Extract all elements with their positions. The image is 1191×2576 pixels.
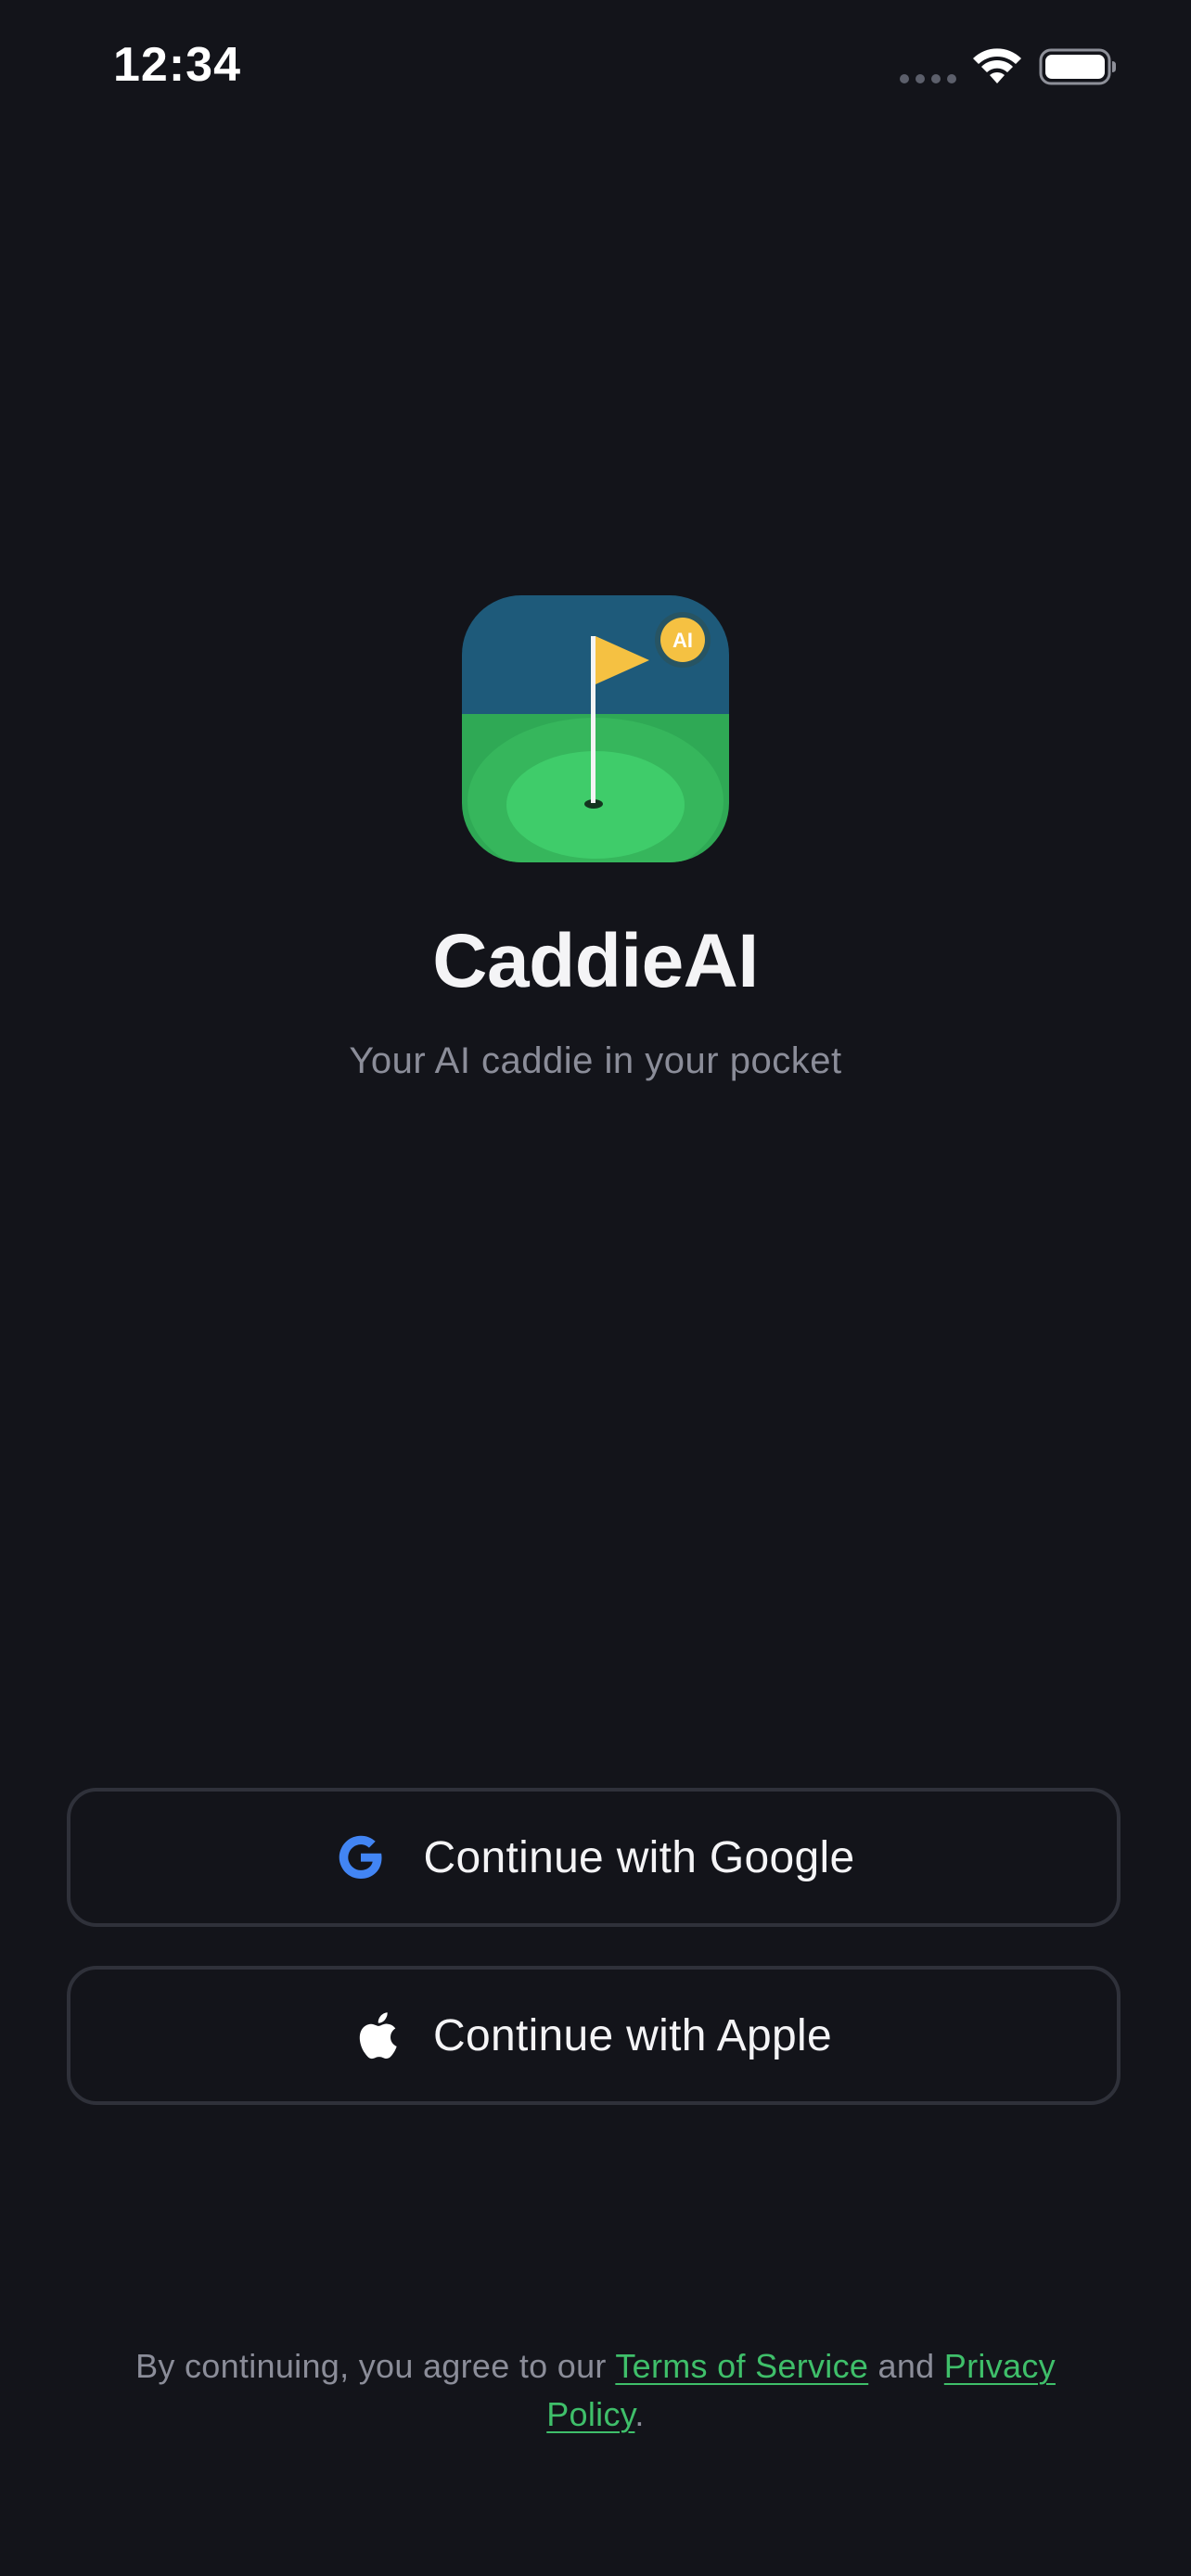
google-icon xyxy=(333,1830,389,1885)
ai-badge: AI xyxy=(672,629,693,652)
wifi-icon xyxy=(973,48,1021,83)
app-title: CaddieAI xyxy=(432,919,759,1003)
google-button-label: Continue with Google xyxy=(423,1832,855,1882)
legal-conjunction: and xyxy=(868,2347,944,2385)
app-logo-icon: AI xyxy=(462,595,729,862)
continue-with-apple-button[interactable]: Continue with Apple xyxy=(67,1966,1121,2105)
app-tagline: Your AI caddie in your pocket xyxy=(349,1040,842,1081)
status-time: 12:34 xyxy=(113,38,241,92)
legal-suffix: . xyxy=(634,2395,645,2433)
cellular-signal-icon xyxy=(900,74,956,83)
status-bar: 12:34 xyxy=(0,0,1191,139)
apple-icon xyxy=(355,2010,398,2060)
battery-icon xyxy=(1039,48,1116,85)
apple-button-label: Continue with Apple xyxy=(433,2010,832,2060)
legal-prefix: By continuing, you agree to our xyxy=(135,2347,616,2385)
terms-of-service-link[interactable]: Terms of Service xyxy=(615,2347,868,2385)
continue-with-google-button[interactable]: Continue with Google xyxy=(67,1788,1121,1927)
legal-notice: By continuing, you agree to our Terms of… xyxy=(83,2342,1108,2439)
